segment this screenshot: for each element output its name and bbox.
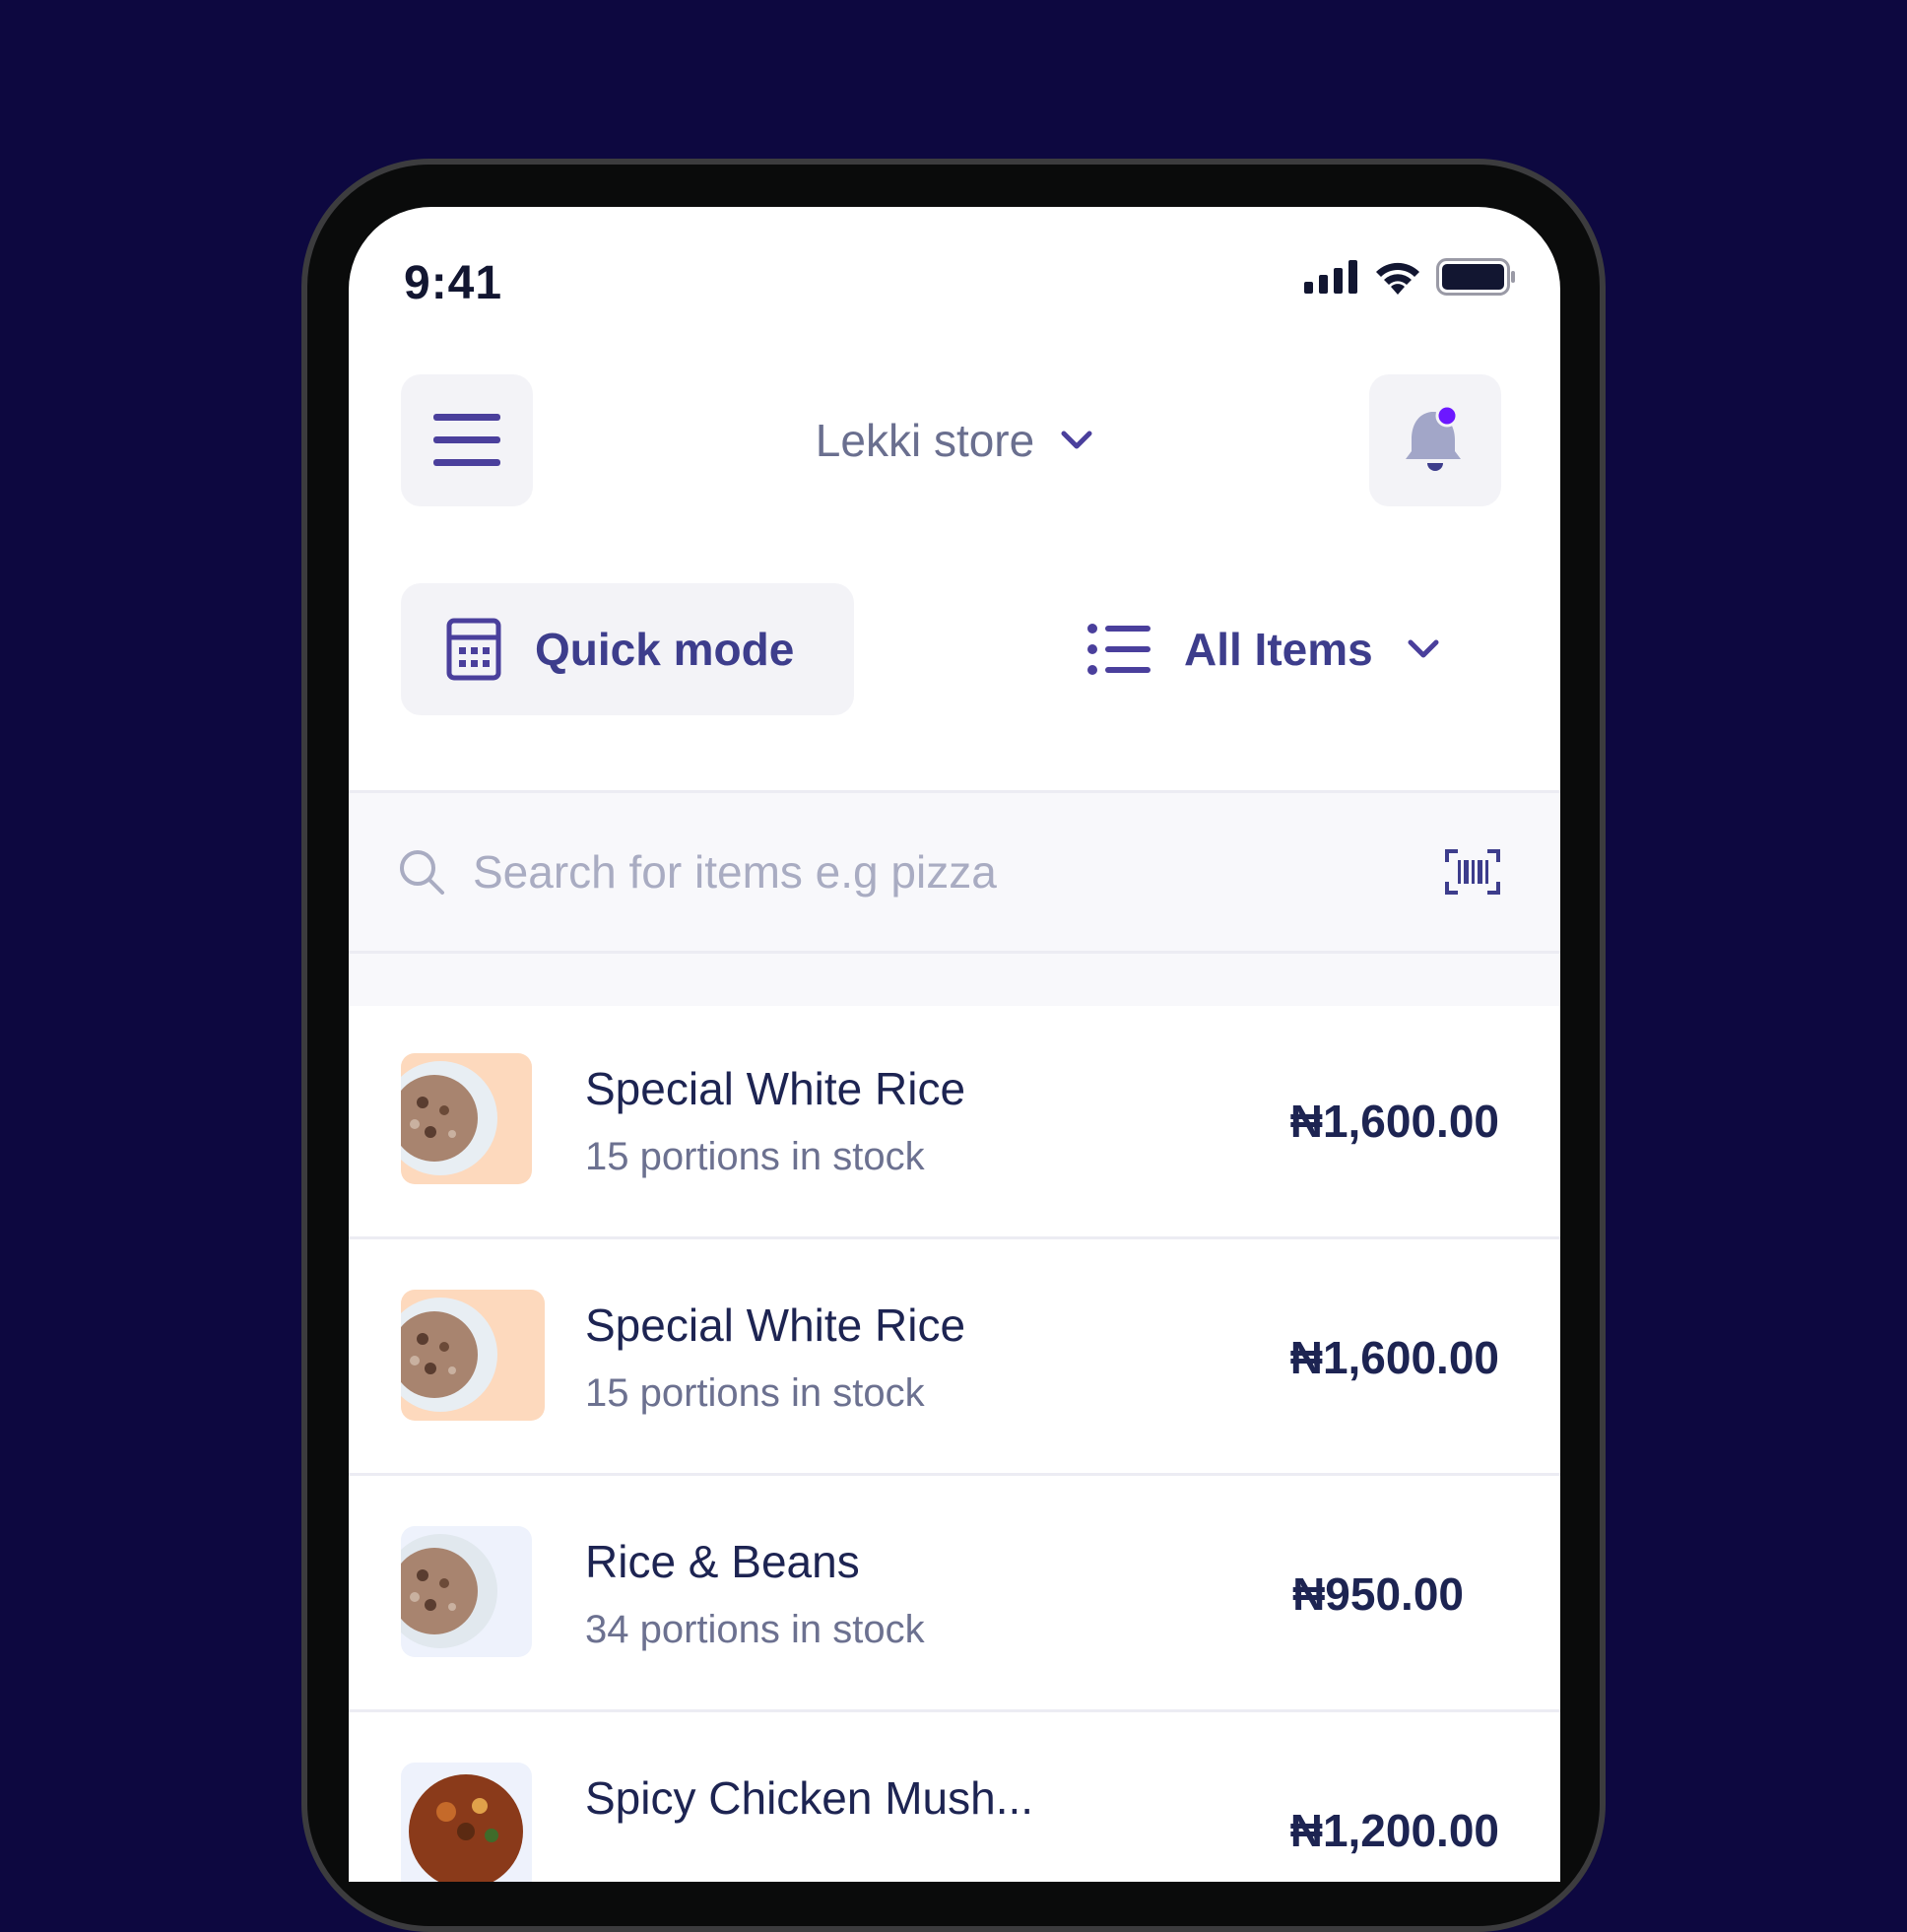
controls-row: Quick mode All Items (349, 583, 1560, 715)
notification-dot (1435, 406, 1459, 428)
item-price: ₦1,600.00 (1289, 1332, 1499, 1383)
store-name: Lekki store (815, 415, 1035, 466)
item-name: Rice & Beans (585, 1536, 860, 1587)
list-item[interactable]: Rice & Beans 34 portions in stock ₦950.0… (349, 1476, 1560, 1712)
quick-mode-label: Quick mode (535, 624, 795, 675)
item-name: Special White Rice (585, 1063, 966, 1114)
hamburger-menu-icon (433, 414, 500, 466)
search-bar (349, 793, 1560, 954)
status-bar: 9:41 (349, 207, 1560, 345)
list-item[interactable]: Spicy Chicken Mush... ₦1,200.00 (349, 1712, 1560, 1882)
item-thumbnail (401, 1290, 545, 1421)
item-name: Special White Rice (585, 1299, 966, 1351)
notifications-button[interactable] (1369, 374, 1501, 506)
filter-label: All Items (1184, 624, 1373, 675)
calculator-icon (446, 618, 501, 681)
app-screen: 9:41 Lekki store Quick mode All Items Se… (349, 207, 1560, 1882)
barcode-scan-icon[interactable] (1444, 848, 1501, 896)
search-section (349, 790, 1560, 1006)
chevron-down-icon (1408, 639, 1439, 658)
search-icon (400, 850, 444, 895)
status-icons (1304, 258, 1517, 296)
filter-dropdown[interactable]: All Items (1087, 583, 1440, 715)
wifi-icon (1376, 262, 1419, 295)
battery-icon (1436, 258, 1515, 296)
menu-button[interactable] (401, 374, 533, 506)
list-item[interactable]: Special White Rice 15 portions in stock … (349, 1003, 1560, 1239)
status-time: 9:41 (404, 257, 503, 309)
store-selector[interactable]: Lekki store (787, 374, 1122, 506)
search-input[interactable] (473, 842, 1359, 901)
item-price: ₦1,600.00 (1289, 1096, 1499, 1147)
item-price: ₦950.00 (1292, 1568, 1464, 1620)
chevron-down-icon (1061, 431, 1092, 449)
item-thumbnail (401, 1526, 532, 1657)
item-stock: 15 portions in stock (585, 1371, 925, 1415)
cellular-signal-icon (1304, 260, 1357, 294)
item-thumbnail (401, 1053, 532, 1184)
item-list: Special White Rice 15 portions in stock … (349, 1003, 1560, 1882)
item-name: Spicy Chicken Mush... (585, 1772, 1034, 1824)
item-stock: 15 portions in stock (585, 1135, 925, 1178)
list-item[interactable]: Special White Rice 15 portions in stock … (349, 1239, 1560, 1476)
list-icon (1087, 624, 1151, 675)
item-thumbnail (401, 1763, 532, 1882)
quick-mode-button[interactable]: Quick mode (401, 583, 854, 715)
bell-icon (1406, 406, 1461, 471)
item-stock: 34 portions in stock (585, 1608, 925, 1651)
item-price: ₦1,200.00 (1289, 1805, 1499, 1856)
header: Lekki store (349, 374, 1560, 506)
